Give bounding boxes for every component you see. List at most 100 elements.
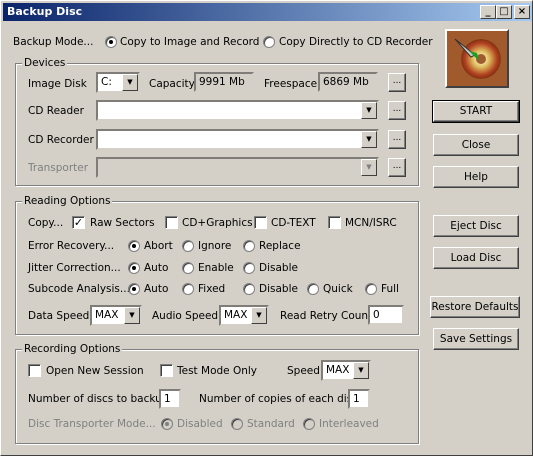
transporter-select[interactable]: ▼ — [96, 157, 379, 178]
jitter-correction-label: Jitter Correction... — [28, 262, 121, 274]
data-speed-select[interactable]: MAX ▼ — [90, 305, 142, 326]
jitter-enable-radio[interactable] — [182, 262, 194, 274]
error-ignore-radio[interactable] — [182, 240, 194, 252]
copy-to-image-radio[interactable] — [105, 36, 117, 48]
transporter-disabled-label: Disabled — [177, 418, 223, 430]
error-replace-radio[interactable] — [243, 240, 255, 252]
subcode-analysis-label: Subcode Analysis... — [28, 283, 130, 295]
subcode-disable-radio[interactable] — [243, 283, 255, 295]
restore-defaults-button[interactable]: Restore Defaults — [430, 296, 520, 318]
chevron-down-icon: ▼ — [361, 131, 377, 148]
copy-directly-radio[interactable] — [263, 36, 275, 48]
devices-title: Devices — [22, 57, 68, 69]
image-disk-label: Image Disk — [28, 78, 87, 90]
num-copies-label: Number of copies of each disc — [199, 393, 358, 405]
minimize-button[interactable]: _ — [480, 5, 496, 19]
read-retry-label: Read Retry Count — [280, 310, 373, 322]
chevron-down-icon: ▼ — [353, 362, 369, 379]
image-disk-select[interactable]: C: ▼ — [96, 72, 140, 93]
eject-disc-button[interactable]: Eject Disc — [433, 215, 519, 237]
cd-recorder-browse-button[interactable]: ... — [388, 130, 406, 149]
reading-options-title: Reading Options — [22, 195, 113, 207]
subcode-auto-radio[interactable] — [128, 283, 140, 295]
data-speed-label: Data Speed — [28, 310, 90, 322]
num-copies-input[interactable]: 1 — [348, 389, 370, 409]
subcode-full-radio[interactable] — [365, 283, 377, 295]
transporter-interleaved-label: Interleaved — [319, 418, 379, 430]
jitter-disable-radio[interactable] — [243, 262, 255, 274]
mcn-isrc-checkbox[interactable] — [328, 216, 341, 229]
num-discs-label: Number of discs to backup — [28, 393, 169, 405]
cd-text-checkbox[interactable] — [254, 216, 267, 229]
jitter-disable-label: Disable — [259, 262, 298, 274]
read-retry-input[interactable]: 0 — [368, 305, 404, 325]
record-speed-value: MAX — [326, 364, 350, 376]
freespace-label: Freespace — [264, 78, 318, 90]
backup-mode-label: Backup Mode... — [13, 36, 94, 48]
jitter-enable-label: Enable — [198, 262, 234, 274]
audio-speed-select[interactable]: MAX ▼ — [219, 305, 269, 326]
start-button[interactable]: START — [432, 100, 520, 123]
cd-reader-label: CD Reader — [28, 105, 84, 117]
cd-recorder-select[interactable]: ▼ — [96, 129, 379, 150]
cd-reader-select[interactable]: ▼ — [96, 100, 379, 121]
cd-burn-icon — [454, 38, 501, 79]
subcode-quick-radio[interactable] — [307, 283, 319, 295]
data-speed-value: MAX — [95, 309, 119, 321]
speed-label: Speed — [287, 365, 320, 377]
subcode-quick-label: Quick — [323, 283, 353, 295]
subcode-full-label: Full — [381, 283, 399, 295]
subcode-fixed-radio[interactable] — [182, 283, 194, 295]
cd-reader-browse-button[interactable]: ... — [388, 101, 406, 120]
chevron-down-icon: ▼ — [361, 159, 377, 176]
jitter-auto-label: Auto — [144, 262, 169, 274]
record-speed-select[interactable]: MAX ▼ — [321, 360, 371, 381]
title-bar: Backup Disc _ □ × — [3, 3, 532, 21]
capacity-field: 9991 Mb — [194, 72, 254, 92]
cd-graphics-checkbox[interactable] — [165, 216, 178, 229]
recording-options-title: Recording Options — [22, 343, 123, 355]
close-button[interactable]: Close — [433, 134, 519, 156]
image-disk-browse-button[interactable]: ... — [388, 73, 406, 92]
save-settings-button[interactable]: Save Settings — [433, 328, 519, 350]
audio-speed-label: Audio Speed — [152, 310, 219, 322]
load-disc-button[interactable]: Load Disc — [433, 247, 519, 269]
error-abort-radio[interactable] — [128, 240, 140, 252]
open-new-session-checkbox[interactable] — [28, 364, 41, 377]
chevron-down-icon: ▼ — [251, 307, 267, 324]
freespace-field: 6869 Mb — [318, 72, 378, 92]
cd-text-label: CD-TEXT — [271, 217, 316, 229]
transporter-label: Transporter — [28, 162, 89, 174]
test-mode-checkbox[interactable] — [160, 364, 173, 377]
raw-sectors-checkbox[interactable]: ✓ — [72, 216, 85, 229]
transporter-disabled-radio[interactable] — [161, 418, 173, 430]
test-mode-label: Test Mode Only — [177, 365, 258, 377]
transporter-interleaved-radio[interactable] — [303, 418, 315, 430]
transporter-standard-label: Standard — [247, 418, 295, 430]
transporter-browse-button[interactable]: ... — [388, 158, 406, 177]
cd-graphics-label: CD+Graphics — [182, 217, 253, 229]
copy-directly-label: Copy Directly to CD Recorder — [279, 36, 433, 48]
error-replace-label: Replace — [259, 240, 301, 252]
error-ignore-label: Ignore — [198, 240, 232, 252]
close-window-button[interactable]: × — [514, 5, 530, 19]
chevron-down-icon: ▼ — [122, 74, 138, 91]
chevron-down-icon: ▼ — [361, 102, 377, 119]
backup-disc-window: Backup Disc _ □ × Backup Mode... Copy to… — [0, 0, 533, 456]
error-abort-label: Abort — [144, 240, 173, 252]
subcode-fixed-label: Fixed — [198, 283, 226, 295]
image-disk-value: C: — [101, 76, 112, 88]
raw-sectors-label: Raw Sectors — [90, 217, 155, 229]
disc-logo — [445, 29, 509, 88]
chevron-down-icon: ▼ — [124, 307, 140, 324]
subcode-auto-label: Auto — [144, 283, 169, 295]
num-discs-input[interactable]: 1 — [159, 389, 181, 409]
help-button[interactable]: Help — [433, 166, 519, 188]
transporter-standard-radio[interactable] — [231, 418, 243, 430]
open-new-session-label: Open New Session — [46, 365, 144, 377]
capacity-label: Capacity — [149, 78, 195, 90]
maximize-button[interactable]: □ — [496, 5, 512, 19]
error-recovery-label: Error Recovery... — [28, 240, 115, 252]
mcn-isrc-label: MCN/ISRC — [345, 217, 397, 229]
jitter-auto-radio[interactable] — [128, 262, 140, 274]
